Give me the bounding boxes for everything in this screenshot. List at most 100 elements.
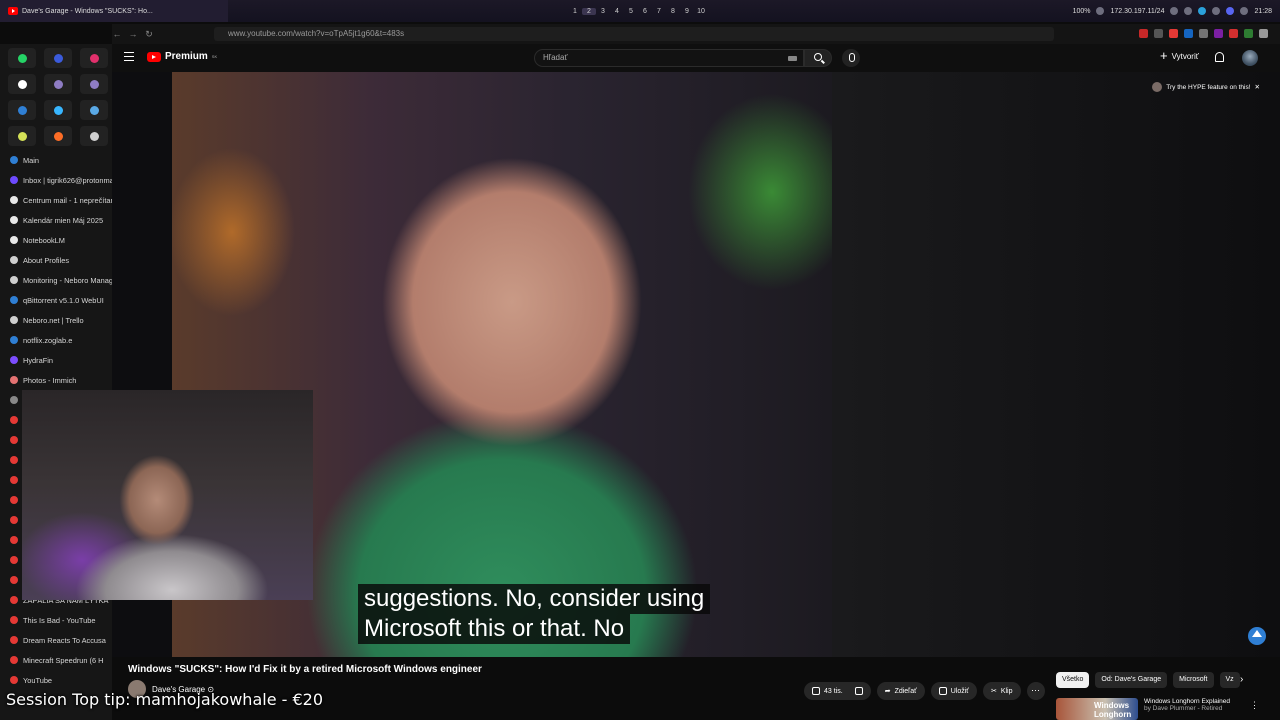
- like-count: 43 tis.: [824, 687, 843, 695]
- video-thumbnail[interactable]: Windows Longhorn: [1056, 698, 1138, 720]
- sidebar-tab-item[interactable]: Main: [0, 150, 112, 170]
- search-icon: [814, 53, 822, 61]
- pinned-app[interactable]: [80, 100, 108, 120]
- search-button[interactable]: [804, 49, 832, 67]
- filter-chip[interactable]: Všetko: [1056, 672, 1090, 688]
- pinned-app[interactable]: [80, 74, 108, 94]
- sidebar-tab-item[interactable]: Dream Reacts To Accusa: [0, 630, 112, 650]
- extension-icon[interactable]: [1199, 29, 1208, 38]
- tab-favicon-icon: [10, 516, 18, 524]
- sidebar-tab-item[interactable]: About Profiles: [0, 250, 112, 270]
- create-button[interactable]: + Vytvoriť: [1160, 49, 1199, 62]
- pinned-app[interactable]: [8, 100, 36, 120]
- search-input[interactable]: Hľadať: [534, 49, 804, 67]
- sidebar-tab-item[interactable]: notflix.zoglab.e: [0, 330, 112, 350]
- sidebar-tab-item[interactable]: Neboro.net | Trello: [0, 310, 112, 330]
- workspace-4[interactable]: 4: [610, 8, 624, 15]
- sidebar-tab-item[interactable]: HydraFin: [0, 350, 112, 370]
- pinned-app[interactable]: [44, 126, 72, 146]
- sidebar-tab-item[interactable]: YouTube: [0, 670, 112, 690]
- address-field[interactable]: www.youtube.com/watch?v=oTpA5jt1g60&t=48…: [214, 27, 1054, 41]
- sidebar-tab-item[interactable]: This Is Bad - YouTube: [0, 610, 112, 630]
- browser-tab[interactable]: Dave's Garage - Windows "SUCKS": Ho...: [0, 0, 228, 22]
- notifications-bell-icon[interactable]: [1215, 52, 1224, 62]
- pinned-app[interactable]: [80, 48, 108, 68]
- create-label: Vytvoriť: [1171, 51, 1199, 61]
- extension-icon[interactable]: [1259, 29, 1268, 38]
- workspace-7[interactable]: 7: [652, 8, 666, 15]
- recommended-video-title[interactable]: Windows Longhorn Explained: [1144, 698, 1230, 705]
- voice-search-mic-icon[interactable]: [842, 49, 860, 67]
- workspace-9[interactable]: 9: [680, 8, 694, 15]
- tab-favicon-icon: [10, 256, 18, 264]
- pinned-app[interactable]: [8, 126, 36, 146]
- pinned-app[interactable]: [44, 100, 72, 120]
- extension-icon[interactable]: [1139, 29, 1148, 38]
- sidebar-tab-item[interactable]: Photos - Immich: [0, 370, 112, 390]
- workspace-1[interactable]: 1: [568, 8, 582, 15]
- sidebar-tab-item[interactable]: qBittorrent v5.1.0 WebUI: [0, 290, 112, 310]
- tab-favicon-icon: [10, 216, 18, 224]
- browser-url-bar: ← → ↻ www.youtube.com/watch?v=oTpA5jt1g6…: [112, 24, 1280, 44]
- chevron-right-icon[interactable]: ›: [1240, 674, 1243, 685]
- avatar[interactable]: [1242, 50, 1258, 66]
- discord-icon[interactable]: [1226, 7, 1235, 15]
- like-button[interactable]: 43 tis.: [804, 682, 871, 700]
- sidebar-tab-item[interactable]: Inbox | tigrik626@protonmail: [0, 170, 112, 190]
- extension-icon[interactable]: [1169, 29, 1178, 38]
- reload-icon[interactable]: ↻: [144, 29, 154, 40]
- workspace-8[interactable]: 8: [666, 8, 680, 15]
- workspace-2[interactable]: 2: [582, 7, 596, 15]
- workspace-6[interactable]: 6: [638, 8, 652, 15]
- pinned-app[interactable]: [80, 126, 108, 146]
- sidebar-tab-label: Main: [23, 155, 40, 165]
- scroll-to-top-arrow-icon[interactable]: [1248, 627, 1266, 645]
- steam-icon[interactable]: [1212, 7, 1221, 15]
- telegram-icon[interactable]: [1198, 7, 1207, 15]
- recommended-video[interactable]: Windows Longhorn Windows Longhorn Explai…: [1056, 698, 1240, 720]
- pinned-app[interactable]: [8, 48, 36, 68]
- sidebar-tab-label: Minecraft Speedrun (6 H: [23, 655, 104, 665]
- tab-favicon-icon: [10, 676, 18, 684]
- thumbs-down-icon[interactable]: [854, 687, 863, 695]
- more-options-icon[interactable]: ⋯: [1026, 682, 1045, 700]
- sidebar-tab-item[interactable]: Centrum mail - 1 neprečítaná: [0, 190, 112, 210]
- back-icon[interactable]: ←: [112, 29, 122, 39]
- workspace-5[interactable]: 5: [624, 8, 638, 15]
- sidebar-tab-item[interactable]: Minecraft Speedrun (6 H: [0, 650, 112, 670]
- filter-chip[interactable]: Od: Dave's Garage: [1095, 672, 1168, 688]
- youtube-logo[interactable]: Premium SK: [147, 51, 217, 62]
- extension-icon[interactable]: [1184, 29, 1193, 38]
- forward-icon[interactable]: →: [128, 29, 138, 39]
- volume-icon[interactable]: [1240, 7, 1249, 15]
- tab-favicon-icon: [10, 416, 18, 424]
- extension-icon[interactable]: [1229, 29, 1238, 38]
- sidebar-tab-item[interactable]: Kalendár mien Máj 2025: [0, 210, 112, 230]
- pinned-app[interactable]: [8, 74, 36, 94]
- extension-icon[interactable]: [1154, 29, 1163, 38]
- close-icon[interactable]: ✕: [1255, 83, 1260, 91]
- filter-chip[interactable]: Vz: [1219, 672, 1240, 688]
- save-button[interactable]: Uložiť: [930, 682, 977, 700]
- pinned-app[interactable]: [44, 48, 72, 68]
- workspace-10[interactable]: 10: [694, 8, 708, 15]
- pinned-app[interactable]: [44, 74, 72, 94]
- extension-icon[interactable]: [1214, 29, 1223, 38]
- share-button[interactable]: ➦ Zdieľať: [876, 682, 925, 700]
- bluetooth-icon[interactable]: [1184, 7, 1193, 15]
- hype-banner[interactable]: Try the HYPE feature on this! ✕: [1152, 82, 1260, 92]
- hamburger-menu-icon[interactable]: [124, 52, 134, 61]
- workspace-3[interactable]: 3: [596, 8, 610, 15]
- filter-chip[interactable]: Microsoft: [1173, 672, 1214, 688]
- clip-button[interactable]: ✂ Klip: [982, 682, 1021, 700]
- keyboard-icon[interactable]: [788, 56, 797, 61]
- extension-icon[interactable]: [1244, 29, 1253, 38]
- scissors-icon: ✂: [990, 688, 997, 695]
- sidebar-tab-item[interactable]: Monitoring - Neboro Manager: [0, 270, 112, 290]
- sidebar-tab-label: YouTube: [23, 675, 53, 685]
- os-top-bar: Dave's Garage - Windows "SUCKS": Ho... 1…: [0, 0, 1280, 22]
- sidebar-tab-item[interactable]: NotebookLM: [0, 230, 112, 250]
- more-vert-icon[interactable]: ⋮: [1250, 700, 1259, 711]
- network-icon[interactable]: [1170, 7, 1179, 15]
- clip-label: Klip: [1000, 687, 1013, 695]
